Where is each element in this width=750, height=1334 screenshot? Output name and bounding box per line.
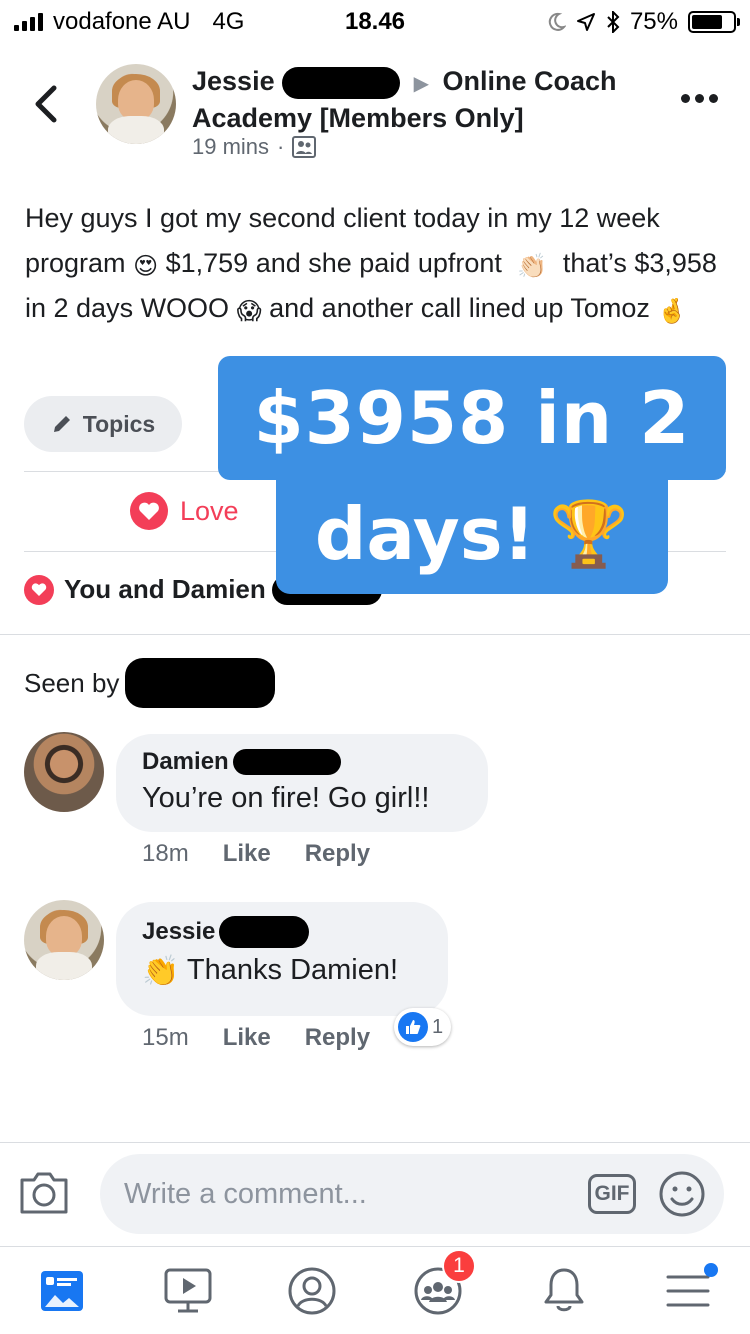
clapping-emoji: 👏🏻 <box>517 253 548 280</box>
bell-icon <box>544 1268 584 1312</box>
comment-text: You’re on fire! Go girl!! <box>142 782 430 814</box>
comment-time: 18m <box>142 840 189 867</box>
group-audience-icon <box>292 136 317 158</box>
comment-text: 👏 Thanks Damien! <box>142 954 422 987</box>
menu-notification-dot <box>704 1263 718 1277</box>
divider <box>0 634 750 635</box>
author-name[interactable]: Jessie <box>192 66 275 96</box>
smiley-icon <box>659 1171 705 1217</box>
menu-icon <box>666 1275 710 1307</box>
status-bar: vodafone AU 4G 18.46 75% <box>0 0 750 40</box>
comment-avatar-damien[interactable] <box>24 732 104 812</box>
seen-by-label: Seen by <box>24 667 120 698</box>
more-options-button[interactable] <box>681 94 718 103</box>
moon-icon <box>548 12 566 31</box>
video-icon <box>164 1268 212 1313</box>
avatar-body <box>36 952 92 980</box>
arrow-right-icon: ▶ <box>413 73 430 95</box>
comment-avatar-jessie[interactable] <box>24 900 104 980</box>
comment-author-name: Damien <box>142 748 229 775</box>
profile-icon <box>288 1267 336 1315</box>
comment-reply-button[interactable]: Reply <box>305 840 370 868</box>
thumbs-up-icon <box>398 1012 428 1042</box>
battery-icon <box>688 11 740 33</box>
seen-by[interactable]: Seen by <box>24 658 276 708</box>
redaction <box>232 749 341 775</box>
post-time[interactable]: 19 mins <box>192 134 269 160</box>
trophy-emoji: 🏆 <box>549 497 630 572</box>
comment-input[interactable] <box>124 1172 564 1216</box>
comment-text-content: Thanks Damien! <box>186 954 399 986</box>
meta-separator: · <box>277 134 285 159</box>
redaction <box>219 916 310 948</box>
comment-like-button[interactable]: Like <box>223 840 271 868</box>
topics-label: Topics <box>82 410 156 437</box>
author-avatar[interactable] <box>96 64 176 144</box>
comment-bubble[interactable]: Damien You’re on fire! Go girl!! <box>116 734 488 832</box>
location-arrow-icon <box>576 13 595 31</box>
redaction <box>282 66 401 99</box>
gif-button[interactable]: GIF <box>588 1174 636 1214</box>
comment-actions: 15m Like Reply <box>142 1024 370 1052</box>
comment-like-count[interactable]: 1 <box>394 1008 452 1046</box>
crossed-fingers-emoji: 🤞 <box>657 298 688 325</box>
comment-actions: 18m Like Reply <box>142 840 370 868</box>
comment-author[interactable]: Jessie <box>142 916 422 948</box>
divider <box>0 1142 750 1143</box>
post-meta: 19 mins · <box>192 134 317 160</box>
comment-time: 15m <box>142 1024 189 1051</box>
comment-reply-button[interactable]: Reply <box>305 1024 370 1052</box>
tab-groups[interactable]: 1 <box>408 1249 476 1321</box>
tab-notifications[interactable] <box>534 1261 594 1321</box>
notification-badge: 1 <box>442 1249 476 1283</box>
post-body: Hey guys I got my second client today in… <box>25 196 725 331</box>
like-count-value: 1 <box>432 1015 444 1038</box>
banner-text: days! <box>314 492 536 576</box>
tab-news-feed[interactable] <box>32 1261 92 1321</box>
post-text-part: and another call lined up Tomoz <box>269 293 650 323</box>
promo-banner-line1: $3958 in 2 <box>218 356 726 480</box>
bluetooth-icon <box>607 11 620 33</box>
comment-author-name: Jessie <box>142 918 216 945</box>
avatar-face <box>46 916 82 956</box>
comment-composer[interactable]: GIF <box>100 1154 724 1234</box>
more-dot-icon <box>695 94 704 103</box>
comment-bubble[interactable]: Jessie 👏 Thanks Damien! <box>116 902 448 1016</box>
chevron-left-icon <box>35 85 57 123</box>
more-dot-icon <box>681 94 690 103</box>
news-feed-icon <box>41 1271 83 1311</box>
bottom-tab-bar: 1 <box>0 1246 750 1334</box>
topics-button[interactable]: Topics <box>24 396 182 452</box>
back-button[interactable] <box>26 82 66 126</box>
more-dot-icon <box>709 94 718 103</box>
love-label: Love <box>180 495 239 526</box>
post-text-part: $1,759 and she paid upfront <box>165 248 502 278</box>
scream-emoji: 😱 <box>236 298 262 325</box>
avatar-body <box>108 116 164 144</box>
tab-profile[interactable] <box>282 1261 342 1321</box>
post-header-title: Jessie ▶ Online Coach Academy [Members O… <box>192 64 662 135</box>
love-reaction-button[interactable]: Love <box>130 492 239 530</box>
clapping-emoji: 👏 <box>142 955 180 988</box>
emoji-button[interactable] <box>658 1170 706 1218</box>
camera-icon <box>20 1172 68 1214</box>
promo-banner-line2: days! 🏆 <box>276 474 668 594</box>
redaction <box>125 658 276 708</box>
battery-percent: 75% <box>629 8 678 35</box>
comment-like-button[interactable]: Like <box>223 1024 271 1052</box>
heart-icon <box>130 492 168 530</box>
avatar-face <box>118 80 154 120</box>
tab-menu[interactable] <box>658 1261 718 1321</box>
comment-author[interactable]: Damien <box>142 748 462 776</box>
reactions-text: You and Damien <box>64 574 266 604</box>
status-right: 75% <box>546 8 740 36</box>
heart-eyes-emoji: 😍 <box>133 253 159 280</box>
camera-button[interactable] <box>18 1168 70 1216</box>
pencil-icon <box>53 416 70 432</box>
heart-icon <box>24 574 54 605</box>
tab-watch[interactable] <box>158 1261 218 1321</box>
